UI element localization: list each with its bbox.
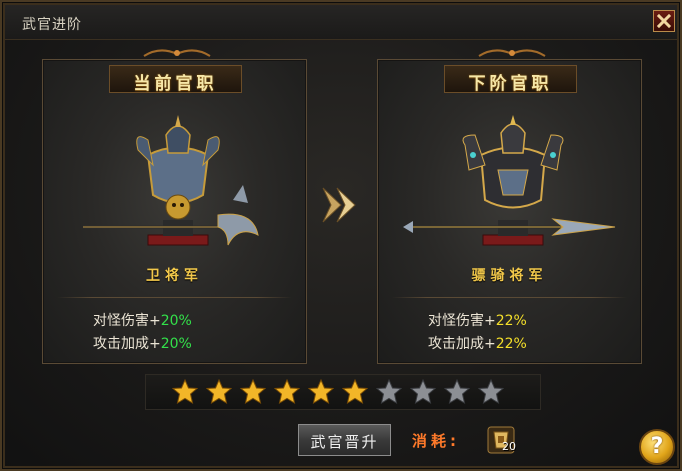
promotion-window: 武官进阶 当前官职 卫将军 对怪伤害+20% 攻击加成+20% 下阶官职 骠骑将…	[0, 0, 682, 471]
stat-label: 攻击加成+	[93, 336, 161, 352]
current-rank-header: 当前官职	[109, 65, 242, 94]
next-stat-row: 对怪伤害+22%	[428, 310, 527, 330]
stat-value: 20%	[160, 313, 192, 329]
stat-label: 对怪伤害+	[428, 313, 496, 329]
armor-figure-icon	[403, 115, 616, 246]
help-button[interactable]: ?	[639, 429, 675, 465]
star-empty-icon	[444, 379, 470, 405]
next-rank-panel: 下阶官职 骠骑将军 对怪伤害+22% 攻击加成+22%	[377, 59, 642, 364]
next-rank-name: 骠骑将军	[471, 268, 548, 284]
current-rank-header-label: 当前官职	[133, 74, 218, 94]
next-rank-header: 下阶官职	[444, 65, 577, 94]
current-stat-row: 攻击加成+20%	[93, 333, 192, 353]
stat-label: 攻击加成+	[428, 336, 496, 352]
stat-label: 对怪伤害+	[93, 313, 161, 329]
star-empty-icon	[376, 379, 402, 405]
stat-value: 22%	[495, 313, 527, 329]
cost-count: 20	[502, 440, 516, 453]
star-empty-icon	[410, 379, 436, 405]
stat-value: 22%	[495, 336, 527, 352]
current-rank-name: 卫将军	[146, 268, 203, 284]
armor-figure-icon	[83, 115, 259, 246]
star-filled-icon	[172, 379, 198, 405]
star-rating	[145, 374, 541, 410]
star-filled-icon	[308, 379, 334, 405]
divider	[392, 297, 627, 298]
close-button[interactable]	[653, 10, 675, 32]
promote-button-label: 武官晋升	[310, 433, 379, 451]
current-rank-panel: 当前官职 卫将军 对怪伤害+20% 攻击加成+20%	[42, 59, 307, 364]
window-title: 武官进阶	[22, 17, 82, 33]
help-icon: ?	[650, 434, 664, 459]
cost-label: 消耗:	[412, 432, 460, 450]
star-filled-icon	[240, 379, 266, 405]
star-filled-icon	[342, 379, 368, 405]
ornament-icon	[143, 49, 211, 57]
divider	[57, 297, 292, 298]
star-empty-icon	[478, 379, 504, 405]
title-bar: 武官进阶	[5, 5, 677, 40]
promote-button[interactable]: 武官晋升	[298, 424, 391, 456]
stat-value: 20%	[160, 336, 192, 352]
next-stat-row: 攻击加成+22%	[428, 333, 527, 353]
close-icon	[657, 14, 671, 28]
next-arrow-icon	[322, 187, 356, 223]
next-rank-header-label: 下阶官职	[468, 74, 553, 94]
star-filled-icon	[274, 379, 300, 405]
star-filled-icon	[206, 379, 232, 405]
current-stat-row: 对怪伤害+20%	[93, 310, 192, 330]
ornament-icon	[478, 49, 546, 57]
